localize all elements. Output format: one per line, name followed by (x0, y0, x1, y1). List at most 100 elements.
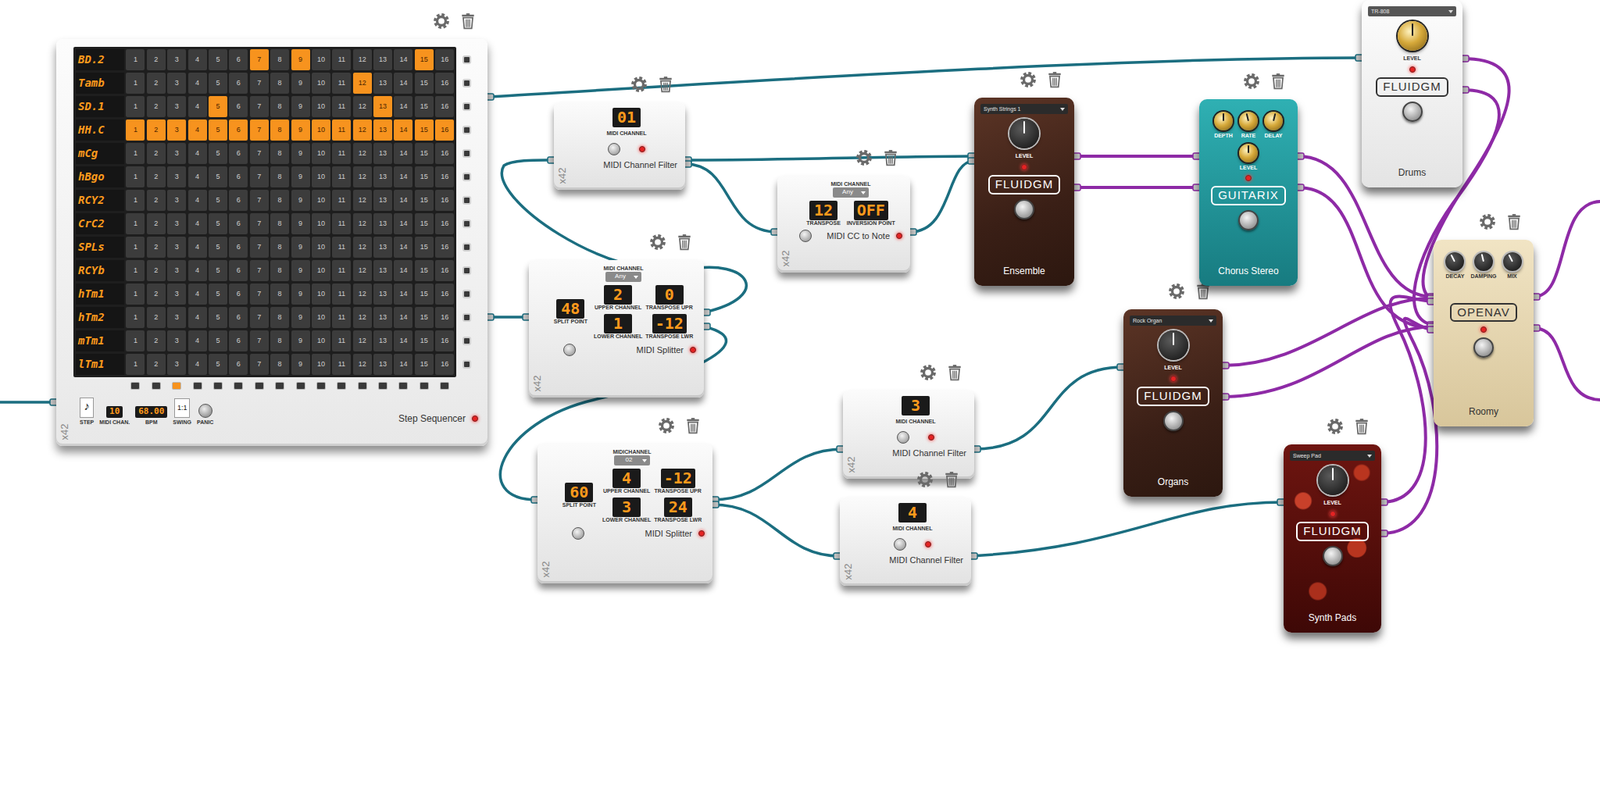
row-button[interactable] (462, 236, 473, 258)
step-button[interactable]: 3 (167, 119, 186, 141)
step-button[interactable]: 15 (414, 49, 434, 71)
step-button[interactable]: 1 (125, 49, 145, 71)
step-button[interactable]: 15 (414, 166, 434, 188)
step-button[interactable]: 5 (208, 260, 228, 282)
step-button[interactable]: 12 (353, 96, 372, 118)
step-button[interactable]: 6 (228, 283, 248, 305)
step-button[interactable]: 10 (311, 330, 331, 352)
step-button[interactable]: 8 (270, 49, 290, 71)
row-button[interactable] (462, 189, 473, 211)
step-button[interactable]: 8 (270, 189, 290, 211)
splitter-display[interactable]: -12 (660, 468, 696, 489)
step-button[interactable]: 9 (291, 166, 311, 188)
step-button[interactable]: 1 (125, 283, 145, 305)
trash-icon[interactable] (657, 75, 675, 93)
step-button[interactable]: 8 (270, 283, 290, 305)
audio-cable[interactable] (1533, 328, 1600, 400)
midi-cable[interactable] (910, 160, 975, 233)
splitter-display[interactable]: 2 (603, 285, 633, 305)
panic-button[interactable] (198, 403, 213, 418)
splitter-display[interactable]: 3 (612, 497, 641, 518)
step-button[interactable]: 16 (435, 307, 454, 329)
midi-cable[interactable] (971, 502, 1284, 557)
step-button[interactable]: 12 (353, 72, 372, 94)
step-button[interactable]: 7 (250, 166, 269, 188)
gear-icon[interactable] (432, 12, 450, 30)
audio-cable[interactable] (1297, 187, 1434, 329)
step-button[interactable]: 7 (250, 119, 269, 141)
step-button[interactable]: 13 (373, 213, 393, 235)
step-button[interactable]: 12 (353, 189, 372, 211)
knob[interactable] (1239, 143, 1258, 163)
trash-icon[interactable] (1353, 417, 1371, 436)
step-button[interactable]: 16 (435, 49, 454, 71)
step-button[interactable]: 16 (435, 142, 454, 165)
step-button[interactable]: 13 (373, 119, 393, 141)
step-button[interactable]: 3 (167, 49, 186, 71)
step-button[interactable]: 7 (250, 96, 269, 118)
row-button[interactable] (462, 142, 473, 165)
footswitch[interactable] (1014, 199, 1035, 220)
step-button[interactable]: 9 (291, 142, 311, 165)
step-button[interactable]: 7 (250, 307, 269, 329)
row-button[interactable] (462, 307, 473, 329)
step-button[interactable]: 10 (311, 119, 331, 141)
step-button[interactable]: 14 (393, 49, 413, 71)
step-button[interactable]: 10 (311, 72, 331, 94)
step-button[interactable]: 3 (167, 260, 186, 282)
step-button[interactable]: 4 (188, 96, 208, 118)
knob[interactable] (1503, 252, 1522, 272)
trash-icon[interactable] (942, 471, 961, 489)
step-button[interactable]: 10 (311, 353, 331, 375)
midi-cable[interactable] (712, 449, 843, 500)
step-button[interactable]: 16 (435, 283, 454, 305)
step-button[interactable]: 13 (373, 307, 393, 329)
step-button[interactable]: 9 (291, 72, 311, 94)
step-button[interactable]: 3 (167, 307, 186, 329)
step-button[interactable]: 12 (353, 260, 372, 282)
step-button[interactable]: 12 (353, 142, 372, 165)
row-button[interactable] (462, 119, 473, 141)
step-button[interactable]: 10 (311, 49, 331, 71)
step-button[interactable]: 9 (291, 189, 311, 211)
gear-icon[interactable] (649, 233, 667, 251)
step-button[interactable]: 9 (291, 353, 311, 375)
splitter-display[interactable]: 24 (664, 497, 693, 518)
step-button[interactable]: 9 (291, 96, 311, 118)
step-button[interactable]: 14 (393, 166, 413, 188)
step-button[interactable]: 11 (332, 260, 351, 282)
split-display[interactable]: 48 (556, 299, 585, 319)
step-button[interactable]: 15 (414, 260, 434, 282)
step-button[interactable]: 5 (208, 283, 228, 305)
step-button[interactable]: 15 (414, 72, 434, 94)
step-button[interactable]: 12 (353, 119, 372, 141)
step-button[interactable]: 7 (250, 260, 269, 282)
step-button[interactable]: 1 (125, 330, 145, 352)
step-button[interactable]: 6 (228, 236, 248, 258)
gear-icon[interactable] (1019, 71, 1037, 89)
step-button[interactable]: 5 (208, 119, 228, 141)
step-button[interactable]: 15 (414, 213, 434, 235)
step-button[interactable]: 14 (393, 119, 413, 141)
step-button[interactable]: 3 (167, 330, 186, 352)
step-button[interactable]: 6 (228, 142, 248, 165)
step-button[interactable]: 7 (250, 353, 269, 375)
step-button[interactable]: 6 (228, 307, 248, 329)
step-button[interactable]: 14 (393, 96, 413, 118)
splitter-display[interactable]: -12 (652, 314, 687, 334)
step-button[interactable]: 2 (146, 119, 166, 141)
step-button[interactable]: 4 (188, 213, 208, 235)
step-button[interactable]: 3 (167, 283, 186, 305)
channel-dropdown[interactable]: 02 (614, 455, 650, 465)
step-button[interactable]: 15 (414, 307, 434, 329)
knob[interactable] (1317, 465, 1348, 496)
step-button[interactable]: 16 (435, 213, 454, 235)
audio-cable[interactable] (1074, 154, 1200, 158)
audio-cable[interactable] (1074, 185, 1200, 190)
step-button[interactable]: 5 (208, 189, 228, 211)
step-button[interactable]: 14 (393, 236, 413, 258)
midi-cable[interactable] (487, 57, 1362, 97)
step-button[interactable]: 4 (188, 142, 208, 165)
step-button[interactable]: 2 (146, 213, 166, 235)
midi-cable[interactable] (685, 164, 778, 233)
